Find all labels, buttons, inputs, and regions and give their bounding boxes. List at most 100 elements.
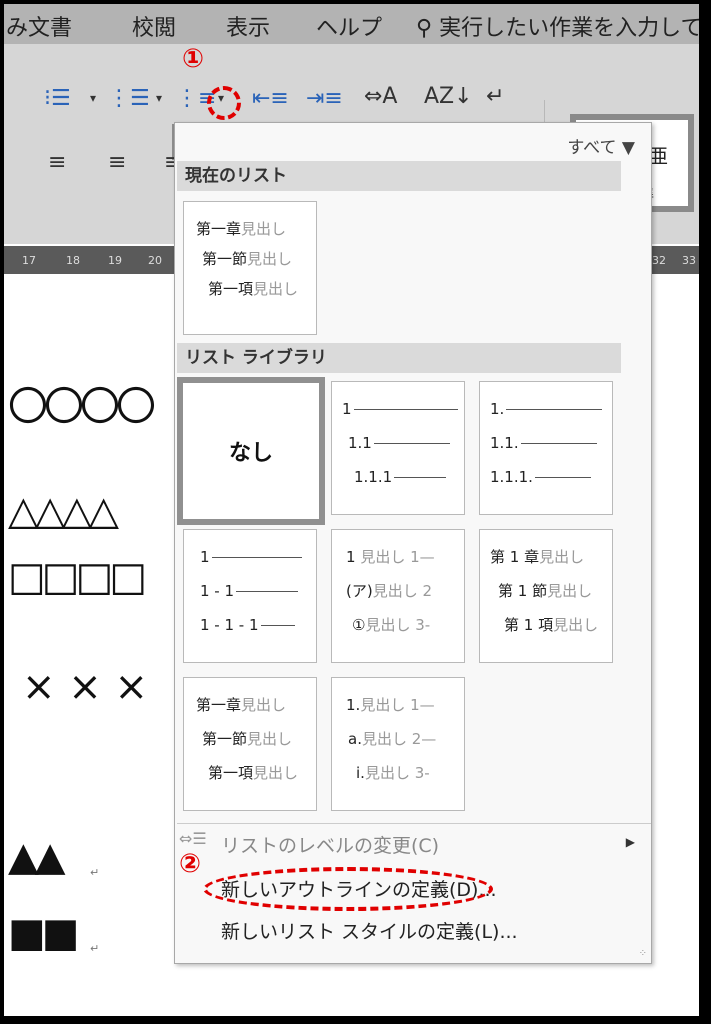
tile-number: 1 - 1 [200, 582, 235, 600]
tile-heading: 見出し [547, 582, 593, 600]
sort-icon[interactable]: AZ↓ [424, 86, 473, 108]
tile-number: 第 1 章 [490, 548, 540, 566]
tile-number: 1 [200, 548, 210, 566]
ruler-tick: 33 [682, 254, 696, 267]
tile-heading: 見出し 2 [372, 582, 433, 600]
search-icon: ⚲ [416, 16, 433, 41]
tile-heading: 見出し 3- [364, 764, 430, 782]
ruler-tick: 18 [66, 254, 80, 267]
list-tile-heading-mixed[interactable]: 1 見出し 1— (ア)見出し 2 ①見出し 3- [331, 529, 465, 663]
tile-number: 1 [342, 400, 352, 418]
tile-heading: 見出し 2— [361, 730, 437, 748]
screenshot-frame: み文書 校閲 表示 ヘルプ ⚲ 実行したい作業を入力して ⁝☰ ▾ ⋮☰ ▾ ⋮… [0, 0, 711, 1024]
step-2-highlight-oval [203, 867, 493, 911]
menu-item-references[interactable]: み文書 [6, 10, 72, 42]
chevron-down-icon[interactable]: ▾ [156, 92, 162, 104]
tile-heading: 見出し 3- [365, 616, 431, 634]
align-center-icon[interactable]: ≡ [108, 152, 126, 174]
list-tile-none[interactable]: なし [177, 377, 325, 525]
triangle-down-icon: ▼ [621, 138, 635, 158]
tile-line: 第一項見出し [208, 282, 298, 297]
step-1-highlight-circle [207, 86, 241, 120]
filter-dropdown[interactable]: すべて ▼ [567, 133, 635, 158]
chevron-down-icon[interactable]: ▾ [90, 92, 96, 104]
align-left-icon[interactable]: ≡ [48, 152, 66, 174]
tile-number: 第 1 節 [498, 582, 548, 600]
list-tile-alpha-roman[interactable]: 1.見出し 1— a.見出し 2— i.見出し 3- [331, 677, 465, 811]
tile-number: 第一節 [202, 730, 248, 748]
change-list-level-menu-item[interactable]: リストのレベルの変更(C) [221, 831, 439, 858]
ruler-tick: 32 [652, 254, 666, 267]
black-triangle-row: ▲▲ [8, 834, 65, 880]
asian-layout-icon[interactable]: ⇔A [364, 86, 397, 108]
list-tile-numbered-trailing-dot[interactable]: 1. 1.1. 1.1.1. [479, 381, 613, 515]
submenu-arrow-icon: ▶ [625, 835, 635, 849]
tile-heading: 見出し 1— [360, 548, 435, 566]
change-level-icon: ⇔☰ [179, 829, 207, 848]
tell-me-text: 実行したい作業を入力して [439, 16, 703, 41]
menu-item-help[interactable]: ヘルプ [316, 10, 382, 42]
menu-item-review[interactable]: 校閲 [132, 10, 176, 42]
bullets-icon[interactable]: ⁝☰ [44, 88, 71, 110]
tile-line: 第一節見出し [202, 252, 292, 267]
filter-label: すべて [567, 138, 617, 158]
tile-number: ① [352, 616, 366, 634]
cross-row: × × × [22, 664, 148, 710]
numbering-icon[interactable]: ⋮☰ [108, 88, 150, 110]
tile-number: 1.1.1. [490, 468, 533, 486]
step-2-marker: ② [179, 849, 202, 879]
decrease-indent-icon[interactable]: ⇤≡ [252, 88, 289, 110]
tile-number: 第 1 項 [504, 616, 554, 634]
tile-heading: 見出し [247, 730, 293, 748]
tile-number: 第一節 [202, 250, 248, 268]
tile-number: 第一項 [208, 280, 254, 298]
ruler-tick: 19 [108, 254, 122, 267]
resize-grip-icon[interactable]: ⁘ [639, 948, 647, 959]
section-header-library: リスト ライブラリ [177, 343, 621, 373]
none-label: なし [228, 441, 273, 466]
tile-line: 第一章見出し [196, 222, 286, 237]
triangle-row: △△△△ [8, 488, 119, 534]
tile-number: (ア) [346, 582, 373, 600]
show-marks-icon[interactable]: ↵ [486, 86, 504, 108]
tile-number: 1.1 [348, 434, 372, 452]
step-1-marker: ① [182, 44, 205, 74]
tile-number: 1 [346, 548, 356, 566]
black-square-row: ■■ [8, 910, 80, 956]
tile-heading: 見出し [253, 280, 299, 298]
section-header-current: 現在のリスト [177, 161, 621, 191]
tile-number: 1. [346, 696, 361, 714]
menu-bar: み文書 校閲 表示 ヘルプ ⚲ 実行したい作業を入力して [4, 4, 699, 44]
list-tile-chapter-numeric[interactable]: 第 1 章見出し 第 1 節見出し 第 1 項見出し [479, 529, 613, 663]
tile-number: 1.1. [490, 434, 519, 452]
tile-heading: 見出し [253, 764, 299, 782]
tile-heading: 見出し [241, 220, 287, 238]
ruler-tick: 17 [22, 254, 36, 267]
tile-number: a. [348, 730, 362, 748]
tile-heading: 見出し [553, 616, 599, 634]
tile-number: 1. [490, 400, 505, 418]
tile-number: 1.1.1 [354, 468, 393, 486]
tile-number: 第一項 [208, 764, 254, 782]
increase-indent-icon[interactable]: ⇥≡ [306, 88, 343, 110]
tell-me-box[interactable]: ⚲ 実行したい作業を入力して [416, 10, 703, 42]
tile-number: 第一章 [196, 696, 242, 714]
menu-divider [177, 823, 651, 824]
square-row: □□□□ [8, 554, 147, 600]
menu-item-view[interactable]: 表示 [226, 10, 270, 42]
tile-heading: 見出し 1— [360, 696, 435, 714]
list-tile-hyphen[interactable]: 1 1 - 1 1 - 1 - 1 [183, 529, 317, 663]
tile-heading: 見出し [539, 548, 585, 566]
list-tile-current[interactable]: 第一章見出し 第一節見出し 第一項見出し [183, 201, 317, 335]
tile-heading: 見出し [247, 250, 293, 268]
tile-heading: 見出し [241, 696, 287, 714]
multilevel-list-dropdown: すべて ▼ 現在のリスト 第一章見出し 第一節見出し 第一項見出し リスト ライ… [174, 122, 652, 964]
tile-number: 1 - 1 - 1 [200, 616, 259, 634]
list-tile-chapter-kanji[interactable]: 第一章見出し 第一節見出し 第一項見出し [183, 677, 317, 811]
define-new-list-style-menu-item[interactable]: 新しいリスト スタイルの定義(L)... [221, 917, 518, 944]
paragraph-mark: ↵ [90, 866, 100, 879]
tile-number: 第一章 [196, 220, 242, 238]
tile-number: i. [356, 764, 365, 782]
paragraph-mark: ↵ [90, 942, 100, 955]
list-tile-numbered-dot[interactable]: 1 1.1 1.1.1 [331, 381, 465, 515]
